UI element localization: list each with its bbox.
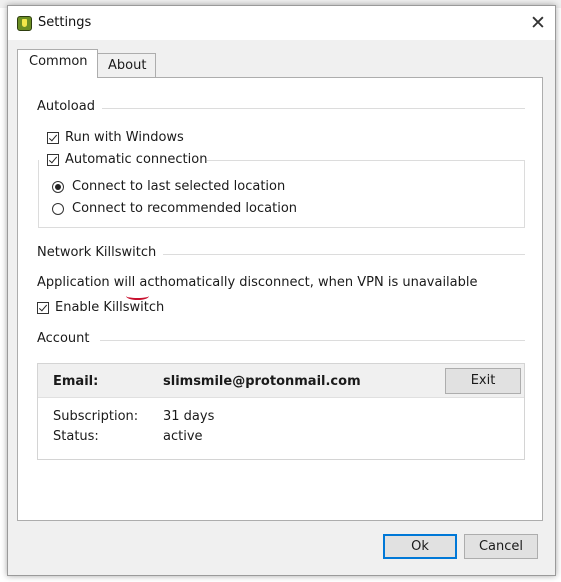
run-with-windows-label: Run with Windows	[65, 130, 184, 145]
close-button[interactable]: ✕	[521, 6, 555, 40]
settings-window: Settings ✕ Common About Autoload Run wit…	[7, 5, 556, 576]
killswitch-description: Application will acthomatically disconne…	[37, 275, 478, 290]
subscription-label: Subscription:	[53, 409, 139, 424]
connection-options-group: Connect to last selected location Connec…	[38, 160, 525, 228]
radio-button[interactable]	[52, 202, 64, 215]
killswitch-divider	[163, 254, 525, 255]
status-label: Status:	[53, 429, 99, 444]
account-divider	[100, 340, 525, 341]
enable-killswitch-checkbox[interactable]: Enable Killswitch	[37, 300, 164, 315]
tab-common[interactable]: Common	[17, 49, 98, 78]
spellcheck-underline	[126, 292, 149, 300]
checkbox-box[interactable]	[37, 301, 49, 314]
exit-button[interactable]: Exit	[445, 368, 521, 394]
window-title: Settings	[38, 15, 92, 30]
tab-about[interactable]: About	[98, 53, 156, 78]
radio-button[interactable]	[52, 180, 64, 193]
ok-button[interactable]: Ok	[383, 534, 457, 559]
status-value: active	[163, 429, 203, 444]
radio-last-location[interactable]: Connect to last selected location	[52, 179, 285, 194]
title-bar: Settings ✕	[8, 6, 555, 40]
cancel-button[interactable]: Cancel	[464, 534, 538, 559]
app-shield-icon	[17, 16, 32, 31]
run-with-windows-checkbox[interactable]: Run with Windows	[47, 130, 184, 145]
checkbox-box[interactable]	[47, 131, 59, 144]
group-top-border	[207, 160, 525, 161]
account-box: Email: slimsmile@protonmail.com Exit Sub…	[37, 363, 525, 460]
account-section-title: Account	[37, 331, 90, 346]
common-tab-panel: Autoload Run with Windows Automatic conn…	[17, 77, 543, 521]
account-email-row: Email: slimsmile@protonmail.com Exit	[38, 364, 524, 398]
autoload-divider	[102, 108, 525, 109]
autoload-section-title: Autoload	[37, 99, 95, 114]
subscription-value: 31 days	[163, 409, 215, 424]
radio-recommended-location[interactable]: Connect to recommended location	[52, 201, 297, 216]
email-value: slimsmile@protonmail.com	[163, 374, 361, 389]
recommended-location-label: Connect to recommended location	[72, 201, 298, 216]
killswitch-section-title: Network Killswitch	[37, 245, 157, 260]
last-location-label: Connect to last selected location	[72, 179, 286, 194]
enable-killswitch-label: Enable Killswitch	[55, 300, 165, 315]
email-label: Email:	[53, 374, 99, 389]
